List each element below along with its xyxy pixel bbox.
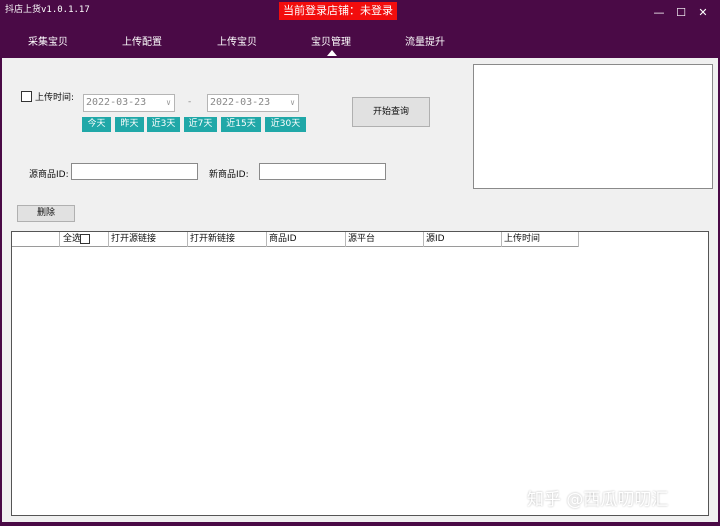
quick-range-30-days[interactable]: 近30天 xyxy=(265,117,306,132)
delete-button[interactable]: 删除 xyxy=(17,205,75,222)
new-id-input[interactable] xyxy=(259,163,386,180)
select-all-label: 全选 xyxy=(63,234,82,244)
nav-upload-items[interactable]: 上传宝贝 xyxy=(217,33,257,48)
source-id-label: 源商品ID: xyxy=(29,170,69,180)
app-title: 抖店上货v1.0.1.17 xyxy=(5,5,90,15)
column-source-id[interactable]: 源ID xyxy=(424,232,502,247)
quick-range-yesterday[interactable]: 昨天 xyxy=(115,117,144,132)
start-date-value: 2022-03-23 xyxy=(86,97,147,108)
quick-range-15-days[interactable]: 近15天 xyxy=(221,117,261,132)
close-button[interactable]: ✕ xyxy=(697,7,709,19)
start-date-picker[interactable]: 2022-03-23 ∨ xyxy=(83,94,175,112)
column-item-id[interactable]: 商品ID xyxy=(267,232,346,247)
quick-range-3-days[interactable]: 近3天 xyxy=(147,117,180,132)
column-upload-time[interactable]: 上传时间 xyxy=(502,232,579,247)
items-table: 全选 打开源链接 打开新链接 商品ID 源平台 源ID 上传时间 xyxy=(11,231,709,516)
column-open-new-link[interactable]: 打开新链接 xyxy=(188,232,267,247)
column-open-source-link[interactable]: 打开源链接 xyxy=(109,232,188,247)
nav-traffic-boost[interactable]: 流量提升 xyxy=(405,33,445,48)
nav-collect-items[interactable]: 采集宝贝 xyxy=(28,33,68,48)
end-date-value: 2022-03-23 xyxy=(210,97,271,108)
source-id-input[interactable] xyxy=(71,163,198,180)
select-all-cell: 全选 xyxy=(60,232,109,247)
quick-range-7-days[interactable]: 近7天 xyxy=(184,117,217,132)
active-tab-indicator xyxy=(327,50,337,56)
watermark: 知乎 @西瓜叨叨汇 xyxy=(527,490,669,510)
column-source-platform[interactable]: 源平台 xyxy=(346,232,424,247)
minimize-button[interactable]: — xyxy=(653,7,665,19)
upload-time-checkbox[interactable] xyxy=(21,91,32,102)
nav-item-management[interactable]: 宝贝管理 xyxy=(311,33,351,48)
end-date-picker[interactable]: 2022-03-23 ∨ xyxy=(207,94,299,112)
maximize-button[interactable]: ☐ xyxy=(675,7,687,19)
table-header: 全选 打开源链接 打开新链接 商品ID 源平台 源ID 上传时间 xyxy=(12,232,579,247)
select-all-checkbox[interactable] xyxy=(80,234,90,244)
nav-upload-config[interactable]: 上传配置 xyxy=(122,33,162,48)
new-id-label: 新商品ID: xyxy=(209,170,249,180)
date-separator: - xyxy=(188,97,192,107)
title-bar: 抖店上货v1.0.1.17 当前登录店铺：未登录 — ☐ ✕ xyxy=(0,0,720,24)
log-panel xyxy=(473,64,713,189)
chevron-down-icon: ∨ xyxy=(290,98,295,107)
upload-time-label: 上传时间: xyxy=(35,93,75,103)
main-nav: 采集宝贝 上传配置 上传宝贝 宝贝管理 流量提升 xyxy=(0,24,720,58)
item-management-panel: 上传时间: 2022-03-23 ∨ - 2022-03-23 ∨ 今天 昨天 … xyxy=(2,58,718,522)
chevron-down-icon: ∨ xyxy=(166,98,171,107)
quick-range-today[interactable]: 今天 xyxy=(82,117,111,132)
row-header-cell xyxy=(12,232,60,247)
login-status-badge: 当前登录店铺：未登录 xyxy=(279,2,397,20)
start-query-button[interactable]: 开始查询 xyxy=(352,97,430,127)
